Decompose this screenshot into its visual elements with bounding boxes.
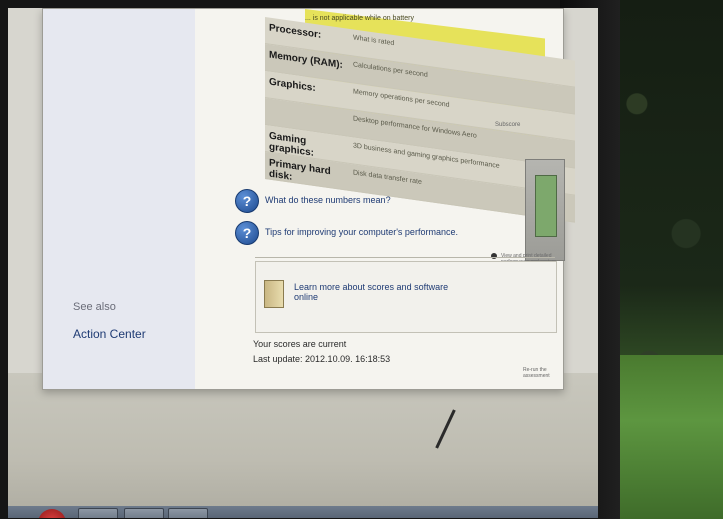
- taskbar-button[interactable]: [78, 508, 118, 518]
- help-what-numbers[interactable]: ? What do these numbers mean?: [235, 189, 525, 213]
- taskbar-button[interactable]: [168, 508, 208, 518]
- battery-notice-text: ... is not applicable while on battery: [305, 15, 414, 22]
- taskbar-button[interactable]: [124, 508, 164, 518]
- desktop-area: [8, 373, 598, 518]
- tips-link[interactable]: Tips for improving your computer's perfo…: [265, 227, 458, 237]
- rerun-assessment-link[interactable]: Re-run the assessment: [523, 367, 563, 379]
- divider: [255, 257, 555, 258]
- printer-icon: [491, 253, 497, 259]
- see-also-heading: See also: [73, 301, 116, 313]
- subscore-header: Subscore: [495, 122, 521, 128]
- performance-window: See also Action Center ... is not applic…: [42, 8, 575, 390]
- row-label: Primary hard disk:: [269, 157, 331, 183]
- scores-current-text: Your scores are current: [253, 339, 347, 349]
- windows-experience-score-icon: [525, 159, 565, 261]
- question-mark-icon: ?: [235, 189, 259, 213]
- last-update-text: Last update: 2012.10.09. 16:18:53: [253, 354, 391, 364]
- help-tips[interactable]: ? Tips for improving your computer's per…: [235, 221, 525, 245]
- learn-more-link[interactable]: Learn more about scores and software onl…: [294, 282, 464, 302]
- what-numbers-link[interactable]: What do these numbers mean?: [265, 195, 391, 205]
- taskbar: [8, 506, 598, 518]
- question-mark-icon: ?: [235, 221, 259, 245]
- action-center-link[interactable]: Action Center: [73, 327, 146, 341]
- screen: See also Action Center ... is not applic…: [8, 8, 598, 518]
- book-icon: [264, 280, 284, 308]
- sidebar: See also Action Center: [43, 9, 196, 389]
- learn-more-box: Learn more about scores and software onl…: [255, 261, 557, 333]
